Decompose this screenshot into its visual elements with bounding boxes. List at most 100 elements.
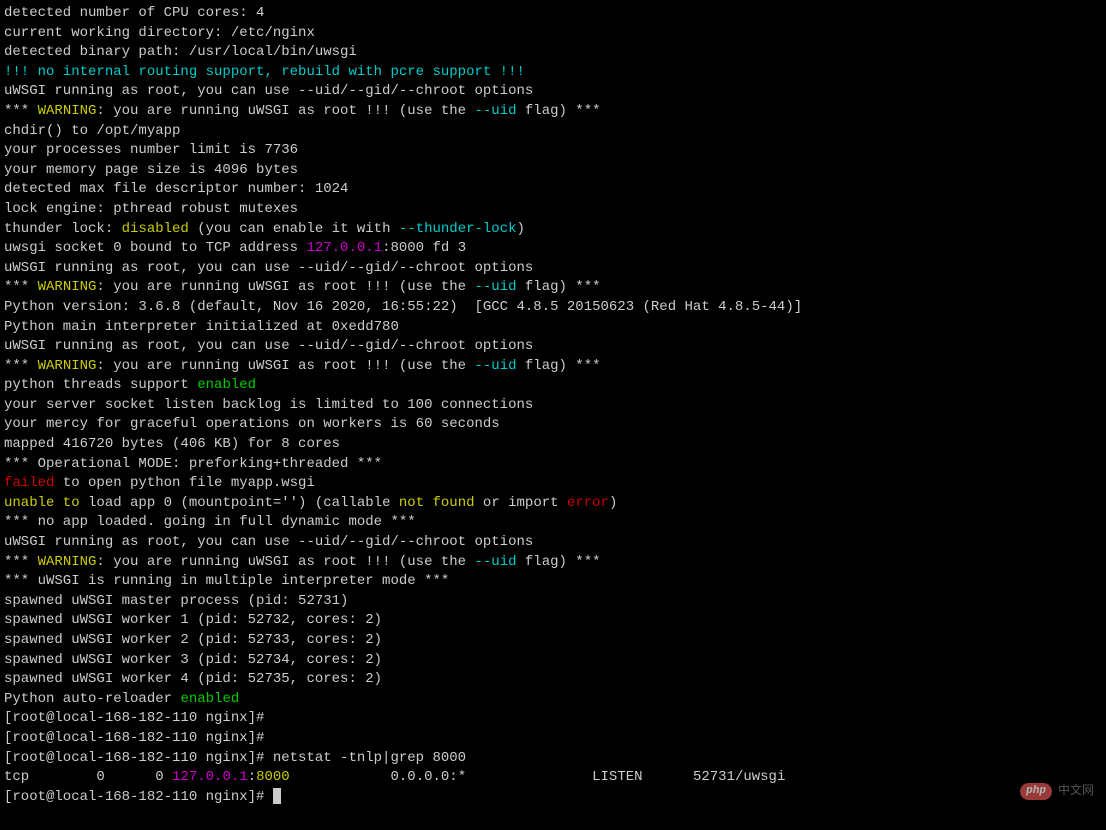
terminal-text: not found bbox=[399, 495, 475, 511]
terminal-output[interactable]: detected number of CPU cores: 4 current w… bbox=[4, 4, 1102, 807]
terminal-line: spawned uWSGI master process (pid: 52731… bbox=[4, 592, 1102, 612]
terminal-line: uWSGI running as root, you can use --uid… bbox=[4, 259, 1102, 279]
terminal-line: unable to load app 0 (mountpoint='') (ca… bbox=[4, 494, 1102, 514]
terminal-text: your mercy for graceful operations on wo… bbox=[4, 416, 500, 432]
terminal-text: *** bbox=[4, 103, 38, 119]
terminal-line: uWSGI running as root, you can use --uid… bbox=[4, 82, 1102, 102]
terminal-text: uWSGI running as root, you can use --uid… bbox=[4, 338, 533, 354]
terminal-line: detected max file descriptor number: 102… bbox=[4, 180, 1102, 200]
terminal-text: [root@local-168-182-110 nginx]# bbox=[4, 789, 273, 805]
terminal-text: current working directory: /etc/nginx bbox=[4, 25, 315, 41]
terminal-text: *** no app loaded. going in full dynamic… bbox=[4, 514, 416, 530]
terminal-line: Python main interpreter initialized at 0… bbox=[4, 318, 1102, 338]
terminal-text: unable to bbox=[4, 495, 80, 511]
terminal-text: flag) *** bbox=[517, 103, 601, 119]
terminal-line: [root@local-168-182-110 nginx]# bbox=[4, 709, 1102, 729]
terminal-text: : you are running uWSGI as root !!! (use… bbox=[96, 279, 474, 295]
terminal-text: *** bbox=[4, 279, 38, 295]
terminal-text: : bbox=[248, 769, 256, 785]
terminal-text: *** bbox=[4, 358, 38, 374]
watermark-badge: php bbox=[1020, 783, 1052, 800]
terminal-line: spawned uWSGI worker 3 (pid: 52734, core… bbox=[4, 651, 1102, 671]
terminal-line: *** WARNING: you are running uWSGI as ro… bbox=[4, 553, 1102, 573]
cursor bbox=[273, 788, 281, 804]
terminal-text: ) bbox=[609, 495, 617, 511]
terminal-line: Python version: 3.6.8 (default, Nov 16 2… bbox=[4, 298, 1102, 318]
terminal-line: detected number of CPU cores: 4 bbox=[4, 4, 1102, 24]
terminal-line: detected binary path: /usr/local/bin/uws… bbox=[4, 43, 1102, 63]
terminal-line: uWSGI running as root, you can use --uid… bbox=[4, 533, 1102, 553]
terminal-text: lock engine: pthread robust mutexes bbox=[4, 201, 298, 217]
terminal-text: 8000 bbox=[256, 769, 290, 785]
watermark: php 中文网 bbox=[1020, 783, 1094, 800]
terminal-text: spawned uWSGI master process (pid: 52731… bbox=[4, 593, 348, 609]
terminal-line: lock engine: pthread robust mutexes bbox=[4, 200, 1102, 220]
terminal-line: tcp 0 0 127.0.0.1:8000 0.0.0.0:* LISTEN … bbox=[4, 768, 1102, 788]
terminal-text: uWSGI running as root, you can use --uid… bbox=[4, 260, 533, 276]
terminal-text: *** bbox=[4, 554, 38, 570]
terminal-text: *** uWSGI is running in multiple interpr… bbox=[4, 573, 449, 589]
terminal-text: uwsgi socket 0 bound to TCP address bbox=[4, 240, 306, 256]
terminal-line: failed to open python file myapp.wsgi bbox=[4, 474, 1102, 494]
terminal-text: your server socket listen backlog is lim… bbox=[4, 397, 533, 413]
terminal-line: [root@local-168-182-110 nginx]# bbox=[4, 729, 1102, 749]
terminal-text: enabled bbox=[180, 691, 239, 707]
terminal-text: flag) *** bbox=[517, 279, 601, 295]
terminal-line: spawned uWSGI worker 4 (pid: 52735, core… bbox=[4, 670, 1102, 690]
terminal-line: !!! no internal routing support, rebuild… bbox=[4, 63, 1102, 83]
terminal-line: *** WARNING: you are running uWSGI as ro… bbox=[4, 278, 1102, 298]
terminal-line: current working directory: /etc/nginx bbox=[4, 24, 1102, 44]
terminal-text: [root@local-168-182-110 nginx]# bbox=[4, 730, 273, 746]
terminal-text: --uid bbox=[474, 279, 516, 295]
terminal-line: your processes number limit is 7736 bbox=[4, 141, 1102, 161]
terminal-text: or import bbox=[475, 495, 567, 511]
terminal-text: spawned uWSGI worker 2 (pid: 52733, core… bbox=[4, 632, 382, 648]
terminal-line: *** WARNING: you are running uWSGI as ro… bbox=[4, 102, 1102, 122]
terminal-line: *** uWSGI is running in multiple interpr… bbox=[4, 572, 1102, 592]
terminal-line: *** WARNING: you are running uWSGI as ro… bbox=[4, 357, 1102, 377]
terminal-text: 127.0.0.1 bbox=[172, 769, 248, 785]
terminal-line: spawned uWSGI worker 1 (pid: 52732, core… bbox=[4, 611, 1102, 631]
terminal-text: tcp 0 0 bbox=[4, 769, 172, 785]
terminal-text: : you are running uWSGI as root !!! (use… bbox=[96, 554, 474, 570]
terminal-line: your mercy for graceful operations on wo… bbox=[4, 415, 1102, 435]
terminal-text: mapped 416720 bytes (406 KB) for 8 cores bbox=[4, 436, 340, 452]
terminal-text: WARNING bbox=[38, 554, 97, 570]
terminal-text: disabled bbox=[122, 221, 189, 237]
terminal-text: Python version: 3.6.8 (default, Nov 16 2… bbox=[4, 299, 802, 315]
terminal-line: *** no app loaded. going in full dynamic… bbox=[4, 513, 1102, 533]
terminal-text: error bbox=[567, 495, 609, 511]
terminal-text: spawned uWSGI worker 3 (pid: 52734, core… bbox=[4, 652, 382, 668]
terminal-text: uWSGI running as root, you can use --uid… bbox=[4, 534, 533, 550]
terminal-line: *** Operational MODE: preforking+threade… bbox=[4, 455, 1102, 475]
terminal-line: [root@local-168-182-110 nginx]# bbox=[4, 788, 1102, 808]
terminal-text: WARNING bbox=[38, 358, 97, 374]
terminal-text: detected number of CPU cores: 4 bbox=[4, 5, 264, 21]
terminal-text: python threads support bbox=[4, 377, 197, 393]
terminal-text: *** Operational MODE: preforking+threade… bbox=[4, 456, 382, 472]
terminal-text: to open python file myapp.wsgi bbox=[54, 475, 314, 491]
terminal-text: ) bbox=[517, 221, 525, 237]
terminal-text: chdir() to /opt/myapp bbox=[4, 123, 180, 139]
terminal-text: enabled bbox=[197, 377, 256, 393]
terminal-line: python threads support enabled bbox=[4, 376, 1102, 396]
terminal-line: your server socket listen backlog is lim… bbox=[4, 396, 1102, 416]
terminal-text: flag) *** bbox=[517, 554, 601, 570]
terminal-line: chdir() to /opt/myapp bbox=[4, 122, 1102, 142]
terminal-line: mapped 416720 bytes (406 KB) for 8 cores bbox=[4, 435, 1102, 455]
terminal-text: (you can enable it with bbox=[189, 221, 399, 237]
terminal-text: Python main interpreter initialized at 0… bbox=[4, 319, 399, 335]
terminal-text: detected binary path: /usr/local/bin/uws… bbox=[4, 44, 357, 60]
terminal-text: 0.0.0.0:* LISTEN 52731/uwsgi bbox=[290, 769, 802, 785]
terminal-line: spawned uWSGI worker 2 (pid: 52733, core… bbox=[4, 631, 1102, 651]
terminal-text: failed bbox=[4, 475, 54, 491]
terminal-text: : you are running uWSGI as root !!! (use… bbox=[96, 358, 474, 374]
terminal-text: WARNING bbox=[38, 103, 97, 119]
terminal-text: !!! no internal routing support, rebuild… bbox=[4, 64, 525, 80]
terminal-line: your memory page size is 4096 bytes bbox=[4, 161, 1102, 181]
terminal-text: [root@local-168-182-110 nginx]# bbox=[4, 710, 273, 726]
terminal-text: 127.0.0.1 bbox=[306, 240, 382, 256]
terminal-text: [root@local-168-182-110 nginx]# netstat … bbox=[4, 750, 466, 766]
terminal-text: detected max file descriptor number: 102… bbox=[4, 181, 348, 197]
terminal-line: thunder lock: disabled (you can enable i… bbox=[4, 220, 1102, 240]
